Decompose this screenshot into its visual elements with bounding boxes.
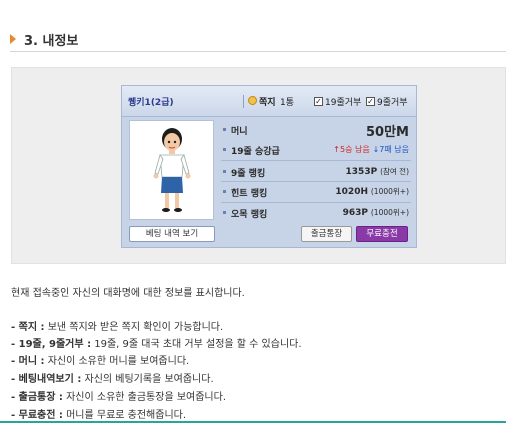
stat-label: 오목 랭킹	[231, 210, 268, 220]
bottom-divider	[0, 421, 506, 423]
stat-label: 19줄 승강급	[231, 147, 280, 157]
description-text: 보낸 쪽지와 받은 쪽지 확인이 가능합니다.	[44, 322, 224, 333]
bullet-icon	[223, 211, 226, 214]
money-value: 50만M	[366, 125, 409, 140]
stat-note: (1000위+)	[370, 208, 409, 217]
stat-omok: 오목 랭킹 963P (1000위+)	[221, 203, 411, 223]
avatar-frame	[129, 120, 214, 220]
description-text: 자신이 소유한 출금통장을 보여줍니다.	[62, 392, 227, 403]
stat-hint: 힌트 랭킹 1020H (1000위+)	[221, 182, 411, 202]
stat-note: (1000위+)	[370, 187, 409, 196]
row-divider	[221, 160, 411, 161]
profile-card-footer: 베팅 내역 보기 출금통장 무료충전	[122, 223, 416, 247]
bullet-icon	[223, 190, 226, 193]
hint-value: 1020H (1000위+)	[335, 186, 409, 197]
stat-rank9: 9줄 랭킹 1353P (참여 전)	[221, 162, 411, 182]
stat-label: 9줄 랭킹	[231, 169, 266, 179]
bank-button[interactable]: 출금통장	[301, 226, 352, 242]
description-item: - 머니 : 자신이 소유한 머니를 보여줍니다.	[11, 352, 501, 367]
losses-remaining: ↓7패 남음	[372, 145, 409, 154]
stat-rank19: 19줄 승강급 ↑5승 남음 ↓7패 남음	[221, 140, 411, 160]
note-count[interactable]: 1통	[280, 95, 294, 108]
bet-history-button[interactable]: 베팅 내역 보기	[129, 226, 215, 242]
stat-value: 1353P	[345, 167, 378, 177]
description-term: - 베팅내역보기 :	[11, 374, 82, 385]
stat-label: 힌트 랭킹	[231, 189, 268, 199]
description-item: - 쪽지 : 보낸 쪽지와 받은 쪽지 확인이 가능합니다.	[11, 318, 501, 333]
stat-money: 머니 50만M	[221, 120, 411, 140]
bullet-icon	[223, 148, 226, 151]
rank19-progress: ↑5승 남음 ↓7패 남음	[333, 144, 409, 155]
stat-value: 963P	[342, 208, 368, 218]
profile-card-header: 퀭키1(2급) 쪽지 1통 ✓ 19줄거부 ✓ 9줄거부	[122, 86, 416, 117]
bullet-icon	[223, 170, 226, 173]
description-term: - 무료충전 :	[11, 410, 63, 421]
header-separator	[243, 95, 244, 108]
rank9-value: 1353P (참여 전)	[346, 166, 409, 177]
description-text: 자신의 베팅기록을 보여줍니다.	[81, 374, 214, 385]
stat-label: 머니	[231, 127, 248, 137]
section-header: 3. 내정보	[10, 28, 78, 50]
reject-19-label: 19줄거부	[325, 98, 362, 108]
description-term: - 19줄, 9줄거부 :	[11, 339, 92, 350]
description-item: - 19줄, 9줄거부 : 19줄, 9줄 대국 초대 거부 설정을 할 수 있…	[11, 335, 501, 350]
profile-card: 퀭키1(2급) 쪽지 1통 ✓ 19줄거부 ✓ 9줄거부 머니 50만M 19줄…	[121, 85, 417, 248]
section-title: 3. 내정보	[24, 33, 79, 49]
description-intro: 현재 접속중인 자신의 대화명에 대한 정보를 표시합니다.	[11, 288, 245, 299]
bullet-icon	[223, 128, 226, 131]
reject-9-label: 9줄거부	[377, 98, 408, 108]
free-charge-button[interactable]: 무료충전	[356, 226, 408, 242]
description-item: - 무료충전 : 머니를 무료로 충전해줍니다.	[11, 406, 501, 421]
description-term: - 출금통장 :	[11, 392, 63, 403]
note-label[interactable]: 쪽지	[259, 95, 276, 108]
description-term: - 쪽지 :	[11, 322, 45, 333]
stat-value: 1020H	[335, 187, 368, 197]
description-text: 19줄, 9줄 대국 초대 거부 설정을 할 수 있습니다.	[91, 339, 302, 350]
description-text: 머니를 무료로 충전해줍니다.	[62, 410, 187, 421]
wins-remaining: ↑5승 남음	[333, 145, 370, 154]
description-item: - 출금통장 : 자신이 소유한 출금통장을 보여줍니다.	[11, 388, 501, 403]
reject-9-checkbox[interactable]: ✓	[366, 97, 375, 106]
description-item: - 베팅내역보기 : 자신의 베팅기록을 보여줍니다.	[11, 370, 501, 385]
description-text: 자신이 소유한 머니를 보여줍니다.	[44, 356, 190, 367]
reject-19-checkbox[interactable]: ✓	[314, 97, 323, 106]
note-icon[interactable]	[248, 96, 257, 105]
header-divider	[10, 51, 506, 52]
character-avatar-icon	[153, 128, 191, 212]
arrow-right-icon	[10, 34, 16, 44]
stat-note: (참여 전)	[380, 167, 409, 176]
description-term: - 머니 :	[11, 356, 45, 367]
nickname: 퀭키1(2급)	[128, 98, 174, 108]
omok-value: 963P (1000위+)	[343, 207, 409, 218]
